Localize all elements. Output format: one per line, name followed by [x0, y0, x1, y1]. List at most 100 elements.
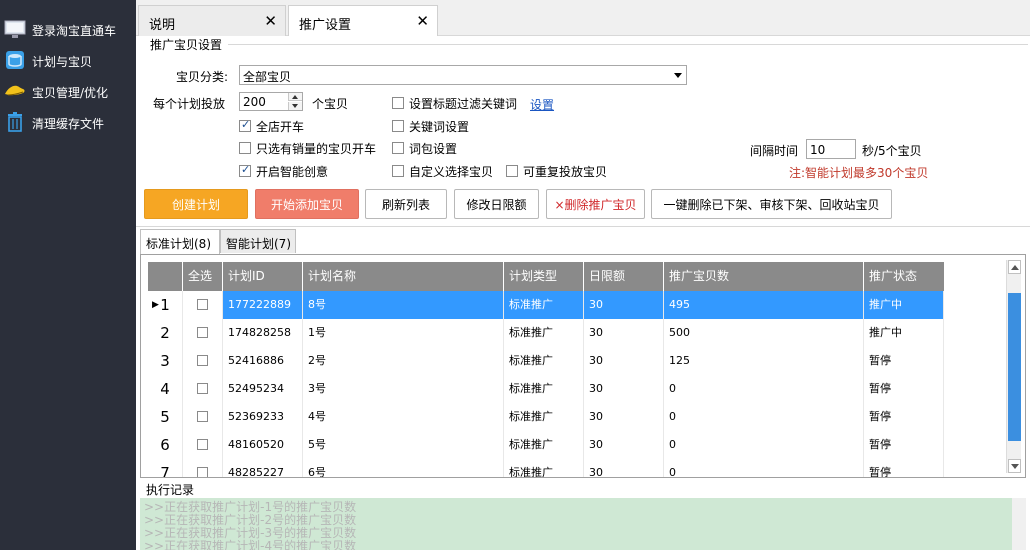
row-checkbox[interactable] [197, 355, 208, 366]
smart-creative-checkbox[interactable]: 开启智能创意 [239, 163, 328, 179]
plan-id: 52495234 [223, 375, 303, 403]
execution-log[interactable]: >>正在获取推广计划-1号的推广宝贝数 >>正在获取推广计划-2号的推广宝贝数 … [140, 498, 1022, 550]
stepper-down-icon[interactable] [288, 102, 302, 110]
row-select-cell [183, 403, 223, 431]
title-filter-checkbox[interactable]: 设置标题过滤关键词 [392, 95, 517, 111]
daily-limit: 30 [584, 459, 664, 477]
plan-name: 5号 [303, 431, 504, 459]
row-checkbox[interactable] [197, 383, 208, 394]
row-checkbox[interactable] [197, 299, 208, 310]
daily-limit: 30 [584, 431, 664, 459]
per-plan-unit: 个宝贝 [312, 97, 349, 111]
row-select-cell [183, 431, 223, 459]
plan-table: 全选 计划ID 计划名称 计划类型 日限额 推广宝贝数 推广状态 ▶ 1 1772… [140, 254, 1026, 478]
select-all-header[interactable]: 全选 [183, 262, 223, 291]
row-number: ▶ 1 [148, 291, 183, 319]
plan-name: 4号 [303, 403, 504, 431]
row-pointer-icon: ▶ [152, 300, 159, 310]
row-number: 7 [148, 459, 183, 477]
interval-input[interactable]: 10 [806, 139, 856, 159]
checkbox-box[interactable] [239, 163, 251, 177]
column-header[interactable]: 日限额 [584, 262, 664, 291]
daily-limit: 30 [584, 347, 664, 375]
checkbox-box[interactable] [506, 165, 518, 177]
plan-status: 暂停 [864, 347, 944, 375]
plan-name: 3号 [303, 375, 504, 403]
plan-status: 推广中 [864, 291, 944, 319]
trash-icon [8, 112, 22, 132]
checkbox-box[interactable] [392, 120, 404, 132]
table-row[interactable]: ▶ 1 177222889 8号 标准推广 30 495 推广中 [148, 291, 944, 319]
log-scrollbar[interactable] [1012, 498, 1026, 550]
one-click-delete-button[interactable]: 一键删除已下架、审核下架、回收站宝贝 [651, 189, 892, 219]
divider [136, 226, 1030, 227]
table-row[interactable]: 6 48160520 5号 标准推广 30 0 暂停 [148, 431, 944, 459]
row-checkbox[interactable] [197, 439, 208, 450]
tab-standard-plans[interactable]: 标准计划(8) [140, 229, 220, 254]
table-header: 全选 计划ID 计划名称 计划类型 日限额 推广宝贝数 推广状态 [148, 262, 944, 291]
column-header[interactable]: 推广状态 [864, 262, 944, 291]
log-line: >>正在获取推广计划-4号的推广宝贝数 [144, 539, 357, 550]
plan-type: 标准推广 [504, 375, 584, 403]
sidebar-item-label: 清理缓存文件 [32, 117, 105, 131]
table-row[interactable]: 2 174828258 1号 标准推广 30 500 推广中 [148, 319, 944, 347]
custom-select-checkbox[interactable]: 自定义选择宝贝 [392, 163, 493, 179]
close-icon[interactable]: ✕ [416, 12, 429, 30]
create-plan-button[interactable]: 创建计划 [144, 189, 248, 219]
checkbox-box[interactable] [392, 97, 404, 109]
daily-limit-button[interactable]: 修改日限额 [454, 189, 539, 219]
only-sales-checkbox[interactable]: 只选有销量的宝贝开车 [239, 140, 376, 156]
checkbox-box[interactable] [239, 118, 251, 132]
start-add-button[interactable]: 开始添加宝贝 [255, 189, 359, 219]
row-checkbox[interactable] [197, 411, 208, 422]
per-plan-stepper[interactable]: 200 [239, 92, 303, 111]
table-row[interactable]: 3 52416886 2号 标准推广 30 125 暂停 [148, 347, 944, 375]
plan-type: 标准推广 [504, 319, 584, 347]
monitor-icon [4, 20, 26, 38]
row-number: 3 [148, 347, 183, 375]
repeat-put-checkbox[interactable]: 可重复投放宝贝 [506, 163, 607, 179]
checkbox-label: 设置标题过滤关键词 [409, 96, 518, 111]
scroll-thumb[interactable] [1008, 293, 1021, 441]
sidebar-item-login[interactable]: 登录淘宝直通车 [0, 16, 136, 44]
refresh-list-button[interactable]: 刷新列表 [365, 189, 447, 219]
delete-items-button[interactable]: ×删除推广宝贝 [546, 189, 645, 219]
scroll-up-icon[interactable] [1008, 260, 1021, 274]
tab-promo-settings[interactable]: 推广设置 ✕ [288, 5, 438, 37]
category-label: 宝贝分类: [176, 70, 229, 84]
keyword-setting-checkbox[interactable]: 关键词设置 [392, 118, 469, 134]
word-pack-checkbox[interactable]: 词包设置 [392, 140, 457, 156]
row-checkbox[interactable] [197, 467, 208, 477]
column-header[interactable]: 计划ID [223, 262, 303, 291]
group-divider [228, 44, 1028, 45]
interval-unit: 秒/5个宝贝 [862, 144, 922, 158]
column-header[interactable]: 推广宝贝数 [664, 262, 864, 291]
table-scrollbar[interactable] [1006, 260, 1021, 473]
category-select[interactable]: 全部宝贝 [239, 65, 687, 85]
plan-type: 标准推广 [504, 459, 584, 477]
stepper-up-icon[interactable] [288, 93, 302, 101]
settings-link[interactable]: 设置 [530, 96, 554, 113]
close-icon[interactable]: ✕ [264, 12, 277, 30]
sidebar-item-plans[interactable]: 计划与宝贝 [0, 47, 136, 75]
checkbox-box[interactable] [392, 142, 404, 154]
column-header[interactable]: 计划名称 [303, 262, 504, 291]
checkbox-box[interactable] [392, 165, 404, 177]
plan-id: 52369233 [223, 403, 303, 431]
sidebar-item-clear-cache[interactable]: 清理缓存文件 [0, 109, 136, 137]
checkbox-box[interactable] [239, 142, 251, 154]
checkbox-label: 词包设置 [409, 141, 458, 156]
scroll-down-icon[interactable] [1008, 459, 1021, 473]
row-checkbox[interactable] [197, 327, 208, 338]
tab-readme[interactable]: 说明 ✕ [138, 5, 286, 36]
tab-smart-plans[interactable]: 智能计划(7) [220, 229, 296, 253]
row-select-cell [183, 291, 223, 319]
column-header[interactable]: 计划类型 [504, 262, 584, 291]
table-row[interactable]: 7 48285227 6号 标准推广 30 0 暂停 [148, 459, 944, 477]
whole-store-checkbox[interactable]: 全店开车 [239, 118, 304, 134]
table-row[interactable]: 5 52369233 4号 标准推广 30 0 暂停 [148, 403, 944, 431]
plan-id: 177222889 [223, 291, 303, 319]
plan-name: 8号 [303, 291, 504, 319]
table-row[interactable]: 4 52495234 3号 标准推广 30 0 暂停 [148, 375, 944, 403]
sidebar-item-items[interactable]: 宝贝管理/优化 [0, 78, 136, 106]
